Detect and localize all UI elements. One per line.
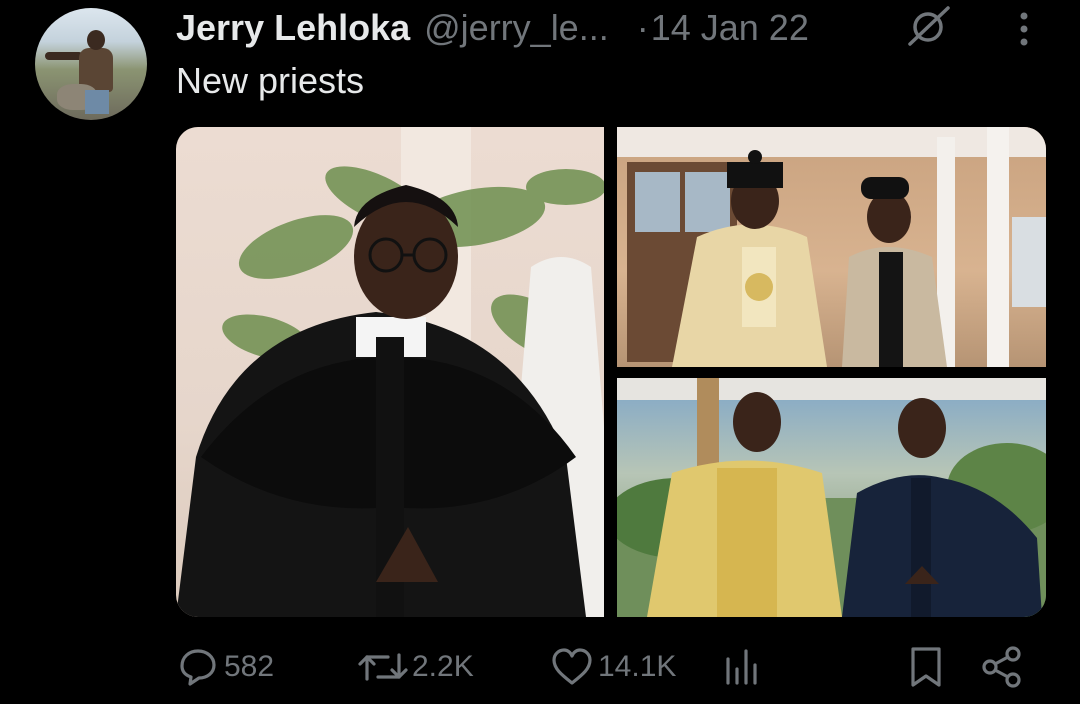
author-name[interactable]: Jerry Lehloka bbox=[176, 7, 410, 49]
avatar-figure-legs bbox=[85, 90, 109, 114]
retweet-button[interactable]: 2.2K bbox=[358, 640, 474, 694]
author-avatar[interactable] bbox=[35, 8, 147, 120]
share-button[interactable] bbox=[980, 640, 1028, 694]
reply-icon bbox=[176, 647, 220, 687]
like-button[interactable]: 14.1K bbox=[550, 640, 676, 694]
share-icon bbox=[980, 645, 1024, 689]
tweet-media-grid[interactable] bbox=[176, 127, 1046, 617]
avatar-figure-arm bbox=[45, 52, 83, 60]
bookmark-button[interactable] bbox=[906, 640, 950, 694]
tweet-header: Jerry Lehloka @jerry_le... · 14 Jan 22 bbox=[176, 6, 809, 50]
tweet-date[interactable]: 14 Jan 22 bbox=[651, 7, 809, 49]
grok-slash-icon[interactable] bbox=[904, 4, 954, 48]
like-count: 14.1K bbox=[598, 650, 677, 683]
reply-count: 582 bbox=[224, 650, 275, 683]
header-separator: · bbox=[636, 7, 649, 48]
bookmark-icon bbox=[906, 645, 946, 689]
heart-icon bbox=[550, 647, 594, 687]
photo-two-priests-garden[interactable] bbox=[617, 378, 1046, 617]
more-vertical-icon[interactable] bbox=[1012, 10, 1036, 48]
reply-button[interactable]: 582 bbox=[176, 640, 274, 694]
tweet-action-bar: 582 2.2K 14.1K bbox=[176, 640, 1036, 694]
views-icon bbox=[722, 647, 762, 687]
retweet-count: 2.2K bbox=[412, 650, 474, 683]
avatar-figure-head bbox=[87, 30, 105, 50]
tweet-text: New priests bbox=[176, 60, 365, 101]
author-handle[interactable]: @jerry_le... bbox=[424, 7, 609, 49]
photo-priest-cassock[interactable] bbox=[176, 127, 604, 617]
photo-two-priests-doorway[interactable] bbox=[617, 127, 1046, 367]
views-button[interactable] bbox=[722, 640, 766, 694]
retweet-icon bbox=[358, 647, 408, 687]
